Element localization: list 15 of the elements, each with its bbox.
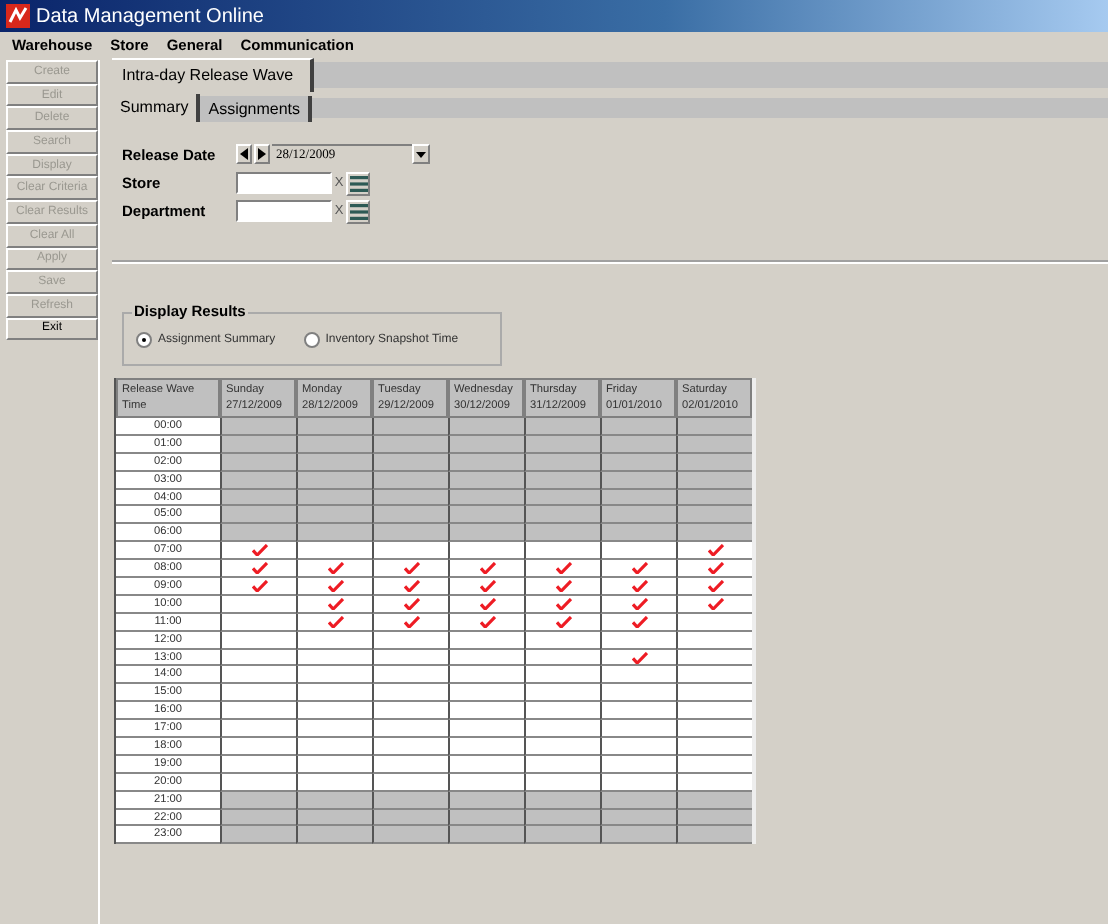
left-arrow-icon <box>240 148 248 160</box>
list-button[interactable] <box>346 171 370 195</box>
list-icon <box>349 175 367 191</box>
right-arrow-icon <box>258 148 266 160</box>
app-logo-icon <box>6 4 30 28</box>
tab[interactable]: Assignments <box>200 96 313 122</box>
list-icon <box>349 203 367 219</box>
next-button[interactable] <box>254 144 270 164</box>
previous-button[interactable] <box>236 144 252 164</box>
dropdown-button[interactable] <box>412 144 430 164</box>
input-field[interactable] <box>236 172 332 194</box>
window-title: Data Management Online <box>36 5 264 27</box>
caret-icon <box>416 151 426 157</box>
list-button[interactable] <box>346 199 370 223</box>
input-field[interactable] <box>236 200 332 222</box>
